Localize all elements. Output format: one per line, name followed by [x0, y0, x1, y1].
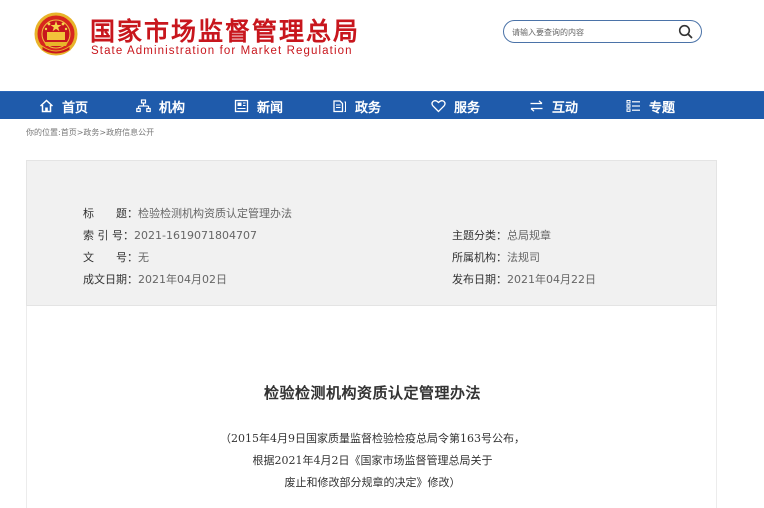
document-title: 检验检测机构资质认定管理办法 — [263, 384, 481, 402]
meta-created-value: 2021年04月02日 — [138, 273, 227, 286]
meta-doc-no-value: 无 — [138, 251, 149, 264]
nav-label-topics: 专题 — [649, 100, 676, 116]
meta-published-row: 发布日期：2021年04月22日 — [452, 271, 596, 287]
document-metadata-panel: 标 题：检验检测机构资质认定管理办法 索 引 号：2021-1619071804… — [26, 160, 717, 306]
site-title[interactable]: 国家市场监督管理总局 — [90, 12, 360, 48]
meta-published-value: 2021年04月22日 — [507, 273, 596, 286]
meta-title-row: 标 题：检验检测机构资质认定管理办法 — [83, 205, 292, 221]
document-preamble-line-3: 废止和修改部分规章的决定》修改） — [284, 476, 461, 489]
home-icon — [39, 99, 54, 113]
nav-item-home[interactable]: 首页 — [39, 92, 88, 120]
meta-agency-label: 所属机构： — [452, 251, 507, 264]
meta-category-value: 总局规章 — [507, 229, 551, 242]
meta-index-row: 索 引 号：2021-1619071804707 — [83, 227, 257, 243]
government-affairs-icon — [333, 100, 346, 113]
exchange-arrows-icon — [530, 100, 543, 112]
nav-item-news[interactable]: 新闻 — [234, 92, 283, 120]
meta-created-row: 成文日期：2021年04月02日 — [83, 271, 227, 287]
meta-title-value: 检验检测机构资质认定管理办法 — [138, 207, 292, 220]
breadcrumb[interactable]: 你的位置:首页>政务>政府信息公开 — [26, 127, 154, 138]
topics-list-icon — [626, 100, 640, 112]
meta-title-label: 标 题： — [83, 207, 138, 220]
document-body: 检验检测机构资质认定管理办法 （2015年4月9日国家质量监督检验检疫总局令第1… — [26, 306, 717, 508]
nav-item-interaction[interactable]: 互动 — [529, 92, 578, 120]
nav-item-gov-affairs[interactable]: 政务 — [332, 92, 381, 120]
heart-icon — [431, 100, 446, 113]
search-input[interactable] — [512, 24, 672, 40]
meta-agency-value: 法规司 — [507, 251, 540, 264]
site-header: 国家市场监督管理总局 State Administration for Mark… — [0, 0, 764, 90]
meta-created-label: 成文日期： — [83, 273, 138, 286]
meta-published-label: 发布日期： — [452, 273, 507, 286]
nav-item-topics[interactable]: 专题 — [626, 92, 675, 120]
nav-label-news: 新闻 — [257, 100, 284, 116]
main-nav: 首页 机构 新闻 政务 服务 互动 专题 — [0, 91, 764, 119]
meta-category-row: 主题分类：总局规章 — [452, 227, 551, 243]
site-subtitle: State Administration for Market Regulati… — [91, 45, 353, 57]
national-emblem-icon[interactable] — [34, 12, 78, 58]
nav-label-home: 首页 — [62, 100, 89, 116]
news-icon — [234, 99, 249, 113]
search-box — [503, 20, 702, 43]
nav-item-org[interactable]: 机构 — [136, 92, 185, 120]
meta-doc-no-label: 文 号： — [83, 251, 138, 264]
meta-doc-no-row: 文 号：无 — [83, 249, 149, 265]
search-icon[interactable] — [678, 24, 693, 39]
meta-index-value: 2021-1619071804707 — [134, 229, 257, 242]
meta-index-label: 索 引 号： — [83, 229, 134, 242]
nav-label-gov-affairs: 政务 — [355, 100, 382, 116]
meta-category-label: 主题分类： — [452, 229, 507, 242]
nav-label-interaction: 互动 — [552, 100, 579, 116]
nav-item-services[interactable]: 服务 — [431, 92, 480, 120]
document-preamble-line-1: （2015年4月9日国家质量监督检验检疫总局令第163号公布， — [220, 432, 525, 445]
nav-label-services: 服务 — [454, 100, 481, 116]
nav-label-org: 机构 — [159, 100, 186, 116]
meta-agency-row: 所属机构：法规司 — [452, 249, 540, 265]
org-chart-icon — [136, 99, 151, 113]
document-preamble-line-2: 根据2021年4月2日《国家市场监督管理总局关于 — [252, 454, 493, 467]
